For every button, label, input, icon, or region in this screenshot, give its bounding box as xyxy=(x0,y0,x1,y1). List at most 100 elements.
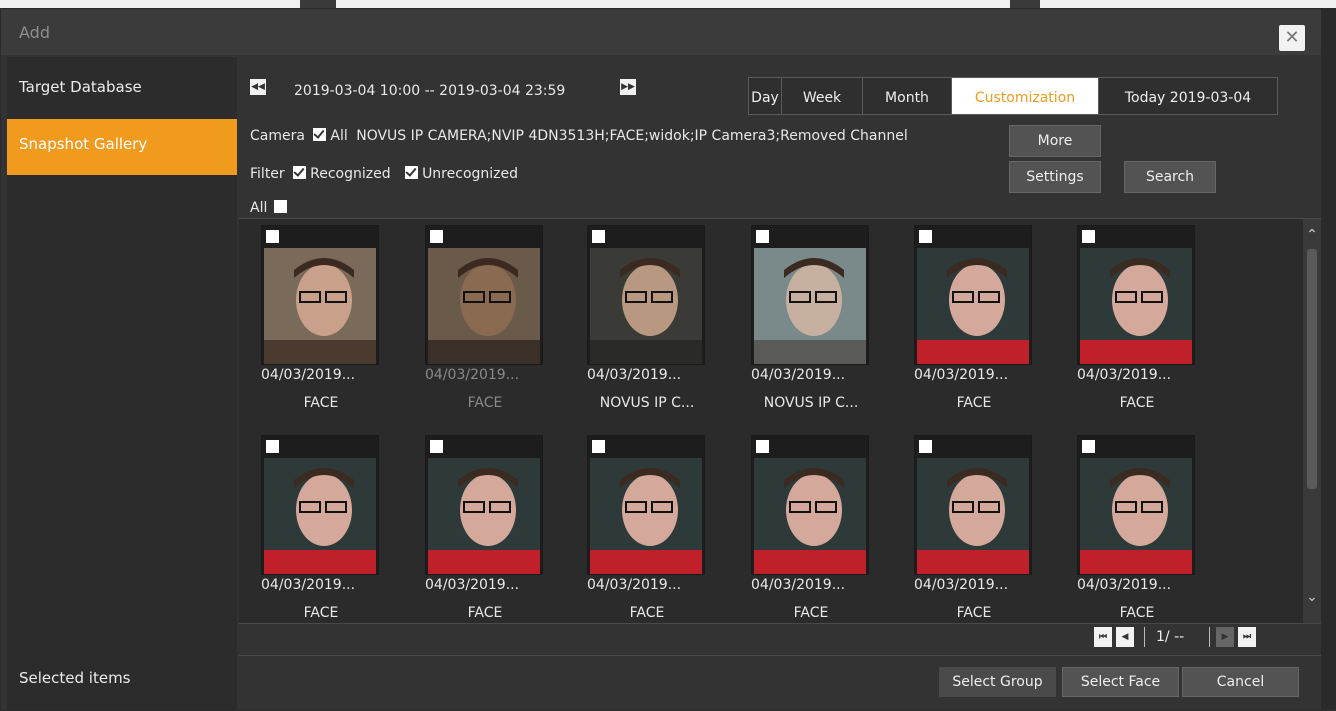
unrecognized-checkbox[interactable] xyxy=(405,166,419,179)
filter-label: Filter xyxy=(250,166,285,182)
snapshot-thumbnail[interactable] xyxy=(587,435,705,575)
snapshot-checkbox[interactable] xyxy=(266,230,279,243)
cancel-button[interactable]: Cancel xyxy=(1182,667,1299,697)
sidebar-item-snapshot-gallery[interactable]: Snapshot Gallery xyxy=(7,119,237,175)
prev-page-button[interactable]: ◀ xyxy=(1116,627,1134,647)
tab-month[interactable]: Month xyxy=(863,78,952,114)
camera-label: Camera xyxy=(250,128,305,144)
select-all-label: All xyxy=(250,200,268,216)
gallery-scrollbar[interactable]: ⌃ ⌄ xyxy=(1303,219,1321,623)
snapshot-card[interactable]: 04/03/2019... FACE xyxy=(751,435,871,623)
snapshot-source: FACE xyxy=(467,395,503,411)
face-photo xyxy=(264,458,376,574)
search-button[interactable]: Search xyxy=(1124,161,1216,193)
last-page-button[interactable]: ⏭ xyxy=(1238,627,1256,647)
select-all-row: All xyxy=(250,200,287,216)
snapshot-thumbnail[interactable] xyxy=(1077,435,1195,575)
snapshot-card[interactable]: 04/03/2019... FACE xyxy=(587,435,707,623)
snapshot-thumbnail[interactable] xyxy=(751,435,869,575)
snapshot-checkbox[interactable] xyxy=(756,440,769,453)
tab-week[interactable]: Week xyxy=(782,78,863,114)
first-page-button[interactable]: ⏮ xyxy=(1094,627,1112,647)
snapshot-thumbnail[interactable] xyxy=(914,435,1032,575)
dialog-title: Add xyxy=(19,23,50,42)
snapshot-checkbox[interactable] xyxy=(919,440,932,453)
snapshot-thumbnail[interactable] xyxy=(914,225,1032,365)
snapshot-source: FACE xyxy=(956,395,992,411)
sidebar-item-label: Target Database xyxy=(19,78,142,96)
snapshot-date: 04/03/2019... xyxy=(1077,577,1172,593)
snapshot-thumbnail[interactable] xyxy=(1077,225,1195,365)
snapshot-source: FACE xyxy=(467,605,503,621)
recognition-filter-row: Filter Recognized Unrecognized xyxy=(250,166,518,182)
scroll-up-icon[interactable]: ⌃ xyxy=(1303,227,1321,247)
snapshot-checkbox[interactable] xyxy=(919,230,932,243)
date-range-text: 2019-03-04 10:00 -- 2019-03-04 23:59 xyxy=(294,83,566,99)
snapshot-checkbox[interactable] xyxy=(430,230,443,243)
snapshot-card[interactable]: 04/03/2019... FACE xyxy=(1077,435,1197,623)
snapshot-card[interactable]: 04/03/2019... FACE xyxy=(261,435,381,623)
select-face-button[interactable]: Select Face xyxy=(1062,667,1179,697)
snapshot-card[interactable]: 04/03/2019... NOVUS IP C... xyxy=(751,225,871,425)
next-page-button[interactable]: ▶ xyxy=(1216,627,1234,647)
face-photo xyxy=(590,248,702,364)
snapshot-card[interactable]: 04/03/2019... FACE xyxy=(914,435,1034,623)
snapshot-card[interactable]: 04/03/2019... FACE xyxy=(914,225,1034,425)
camera-filter-row: Camera All NOVUS IP CAMERA;NVIP 4DN3513H… xyxy=(250,128,908,144)
camera-list-text: NOVUS IP CAMERA;NVIP 4DN3513H;FACE;widok… xyxy=(356,128,908,144)
scrollbar-thumb[interactable] xyxy=(1307,249,1317,489)
snapshot-source: FACE xyxy=(303,605,339,621)
settings-button[interactable]: Settings xyxy=(1009,161,1101,193)
dialog-titlebar: Add ✕ xyxy=(1,9,1321,55)
prev-range-button[interactable]: ◀◀ xyxy=(250,79,266,95)
snapshot-thumbnail[interactable] xyxy=(587,225,705,365)
snapshot-checkbox[interactable] xyxy=(756,230,769,243)
sidebar-item-target-database[interactable]: Target Database xyxy=(7,62,237,118)
snapshot-source: FACE xyxy=(1119,395,1155,411)
snapshot-card[interactable]: 04/03/2019... FACE xyxy=(425,435,545,623)
pager-divider xyxy=(1209,627,1210,647)
main-panel: ◀◀ 2019-03-04 10:00 -- 2019-03-04 23:59 … xyxy=(239,57,1321,710)
snapshot-checkbox[interactable] xyxy=(1082,440,1095,453)
snapshot-checkbox[interactable] xyxy=(1082,230,1095,243)
recognized-label: Recognized xyxy=(310,166,391,182)
snapshot-card[interactable]: 04/03/2019... FACE xyxy=(261,225,381,425)
snapshot-date: 04/03/2019... xyxy=(914,577,1009,593)
snapshot-checkbox[interactable] xyxy=(430,440,443,453)
snapshot-source: FACE xyxy=(1119,605,1155,621)
tab-today[interactable]: Today 2019-03-04 xyxy=(1099,78,1277,114)
selected-items-label: Selected items xyxy=(19,669,131,687)
add-dialog: Add ✕ Target Database Snapshot Gallery S… xyxy=(0,8,1322,711)
snapshot-source: FACE xyxy=(629,605,665,621)
snapshot-date: 04/03/2019... xyxy=(751,577,846,593)
camera-all-checkbox[interactable] xyxy=(313,128,327,141)
snapshot-checkbox[interactable] xyxy=(592,230,605,243)
snapshot-thumbnail[interactable] xyxy=(261,435,379,575)
close-icon: ✕ xyxy=(1284,27,1300,48)
snapshot-checkbox[interactable] xyxy=(592,440,605,453)
tab-customization[interactable]: Customization xyxy=(952,78,1099,114)
next-range-button[interactable]: ▶▶ xyxy=(620,79,636,95)
face-photo xyxy=(264,248,376,364)
snapshot-card[interactable]: 04/03/2019... FACE xyxy=(1077,225,1197,425)
tab-day[interactable]: Day xyxy=(749,78,782,114)
snapshot-checkbox[interactable] xyxy=(266,440,279,453)
snapshot-card[interactable]: 04/03/2019... NOVUS IP C... xyxy=(587,225,707,425)
face-photo xyxy=(917,458,1029,574)
recognized-checkbox[interactable] xyxy=(293,166,307,179)
snapshot-card[interactable]: 04/03/2019... FACE xyxy=(425,225,545,425)
snapshot-thumbnail[interactable] xyxy=(425,435,543,575)
select-all-checkbox[interactable] xyxy=(273,200,287,213)
page-indicator: 1/ -- xyxy=(1156,629,1185,645)
select-group-button[interactable]: Select Group xyxy=(939,667,1056,697)
snapshot-date: 04/03/2019... xyxy=(261,577,356,593)
snapshot-source: NOVUS IP C... xyxy=(763,395,859,411)
snapshot-thumbnail[interactable] xyxy=(261,225,379,365)
more-button[interactable]: More xyxy=(1009,125,1101,157)
snapshot-thumbnail[interactable] xyxy=(751,225,869,365)
scroll-down-icon[interactable]: ⌄ xyxy=(1303,589,1321,609)
snapshot-gallery: 04/03/2019... FACE 04/03/2019... FACE 04/03/… xyxy=(239,218,1321,624)
snapshot-thumbnail[interactable] xyxy=(425,225,543,365)
close-button[interactable]: ✕ xyxy=(1279,25,1305,51)
camera-all-label: All xyxy=(330,128,348,144)
